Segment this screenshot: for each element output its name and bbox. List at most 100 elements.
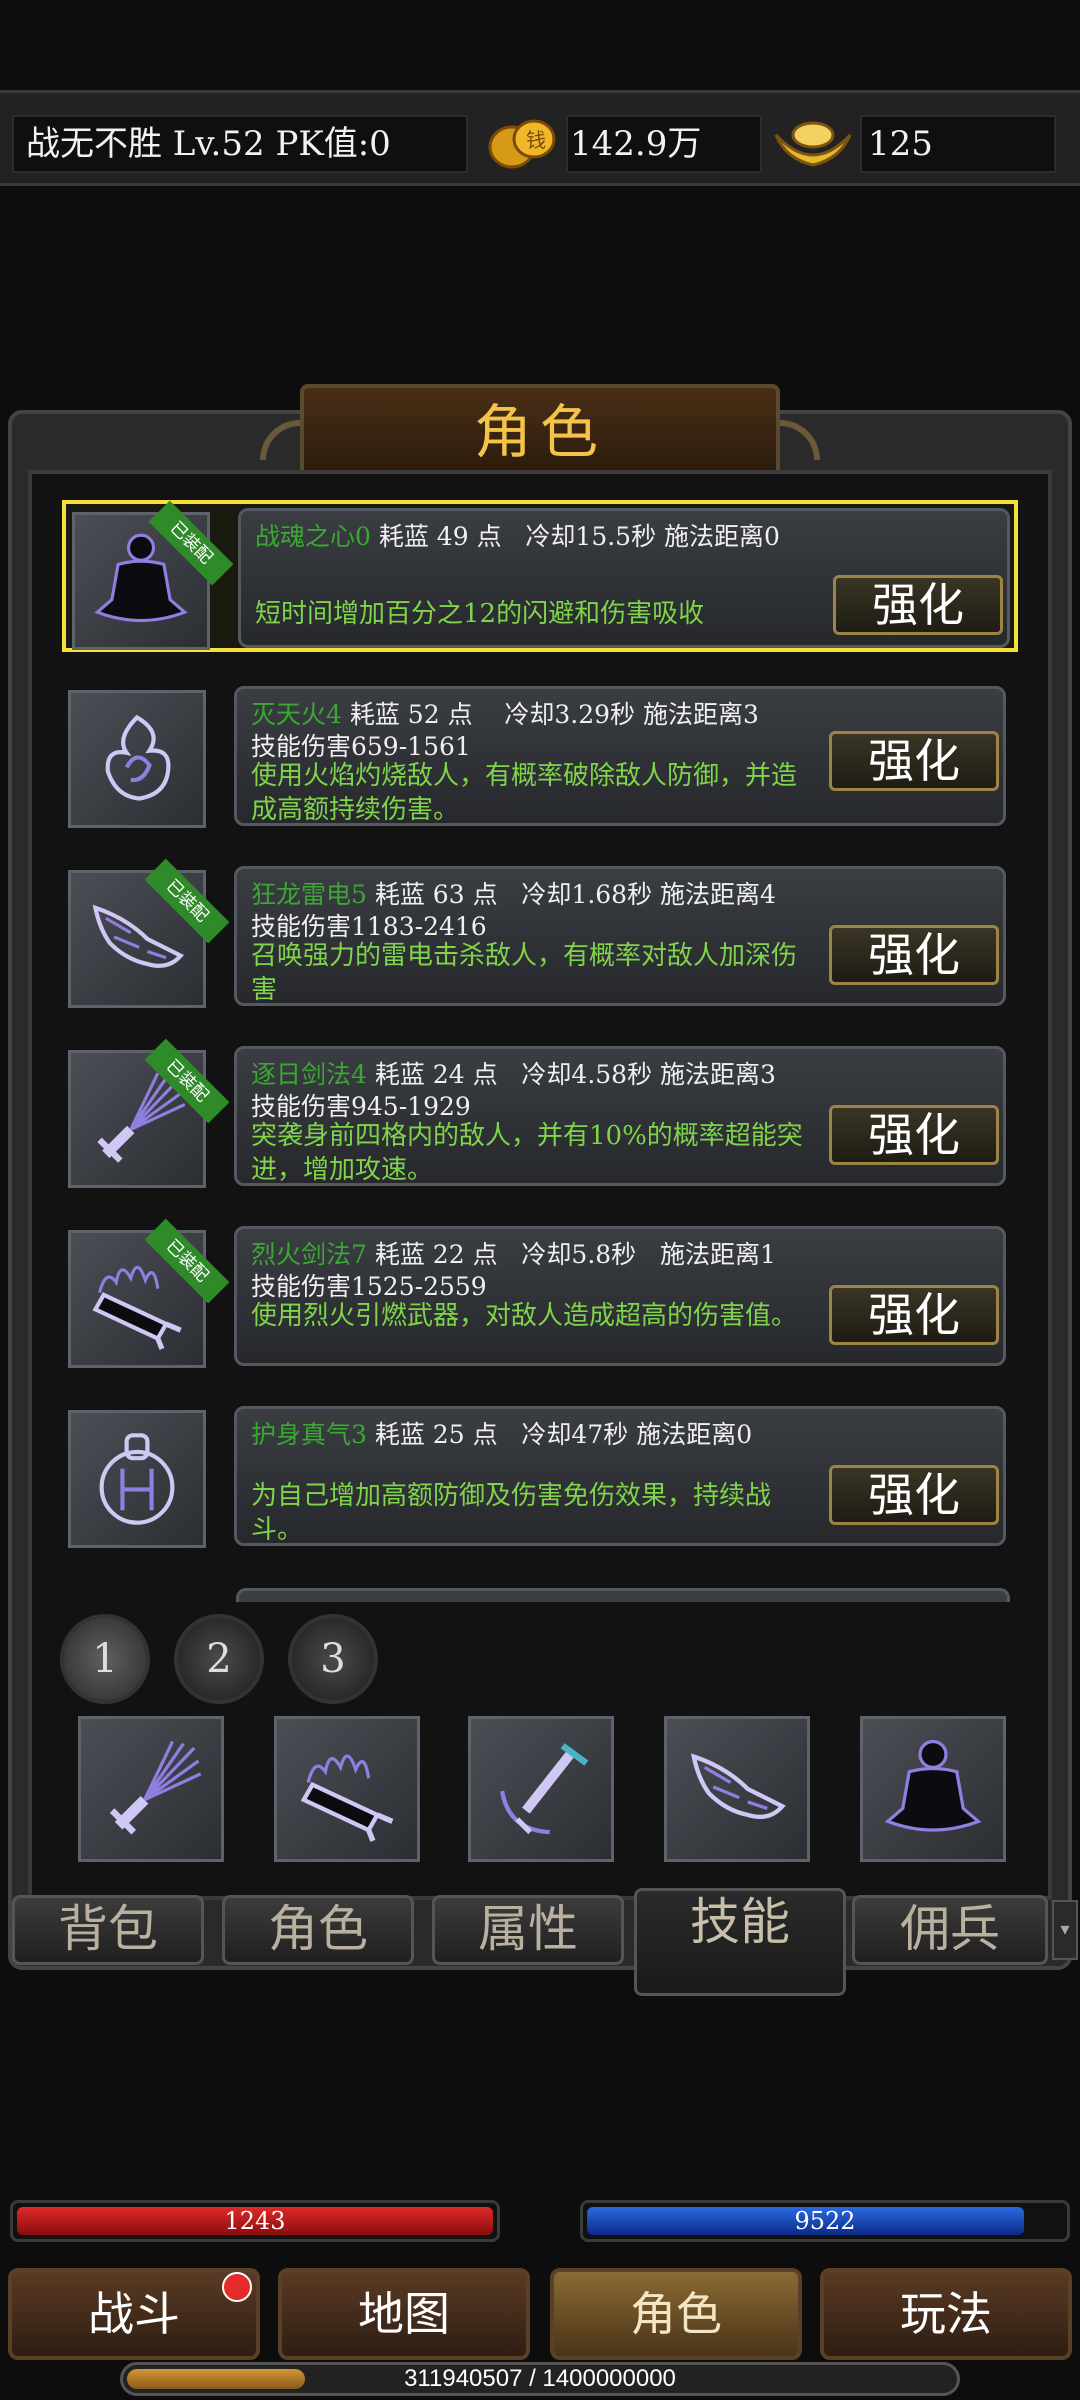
nav-map[interactable]: 地图 — [278, 2268, 530, 2360]
skill-cost: 耗蓝 52 点 — [349, 700, 473, 729]
player-info-box: 战无不胜 Lv.52 PK值:0 — [12, 115, 468, 173]
skill-cooldown: 冷却15.5秒 — [525, 522, 657, 551]
skill-range: 施法距离0 — [636, 1420, 753, 1449]
nav-gameplay[interactable]: 玩法 — [820, 2268, 1072, 2360]
skill-name: 狂龙雷电5 — [251, 880, 367, 909]
skill-name: 逐日剑法4 — [251, 1060, 367, 1089]
skill-cost: 耗蓝 63 点 — [374, 880, 498, 909]
anchor-sword-icon — [499, 1743, 589, 1835]
enhance-button[interactable]: 强化 — [829, 1285, 999, 1345]
skill-row[interactable]: 已装配 狂龙雷电5 耗蓝 63 点 冷却1.68秒 施法距离4 技能伤害1183… — [62, 858, 1018, 1014]
skill-slot-4[interactable] — [664, 1716, 810, 1862]
skill-info-panel: 逐日剑法4 耗蓝 24 点 冷却4.58秒 施法距离3 技能伤害945-1929… — [234, 1046, 1006, 1186]
skill-header: 战魂之心0 耗蓝 49 点 冷却15.5秒 施法距离0 — [255, 517, 780, 553]
page-button-3[interactable]: 3 — [288, 1614, 378, 1704]
meditate-icon — [884, 1739, 982, 1832]
skill-info-panel: 灭天火4 耗蓝 52 点 冷却3.29秒 施法距离3 技能伤害659-1561 … — [234, 686, 1006, 826]
hp-value: 1243 — [224, 2207, 286, 2235]
skill-damage: 技能伤害945-1929 — [251, 1092, 471, 1121]
scroll-right-arrow[interactable]: ▾ — [1052, 1900, 1078, 1960]
skill-range: 施法距离3 — [660, 1060, 776, 1089]
skill-description: 突袭身前四格内的敌人，并有10%的概率超能突进，增加攻速。 — [251, 1121, 803, 1185]
skill-range: 施法距离4 — [660, 880, 776, 909]
hp-bar: 1243 — [10, 2200, 500, 2242]
skill-cooldown: 冷却3.29秒 — [504, 700, 636, 729]
panel-title: 角色 — [473, 398, 606, 466]
skill-info-panel: 烈火剑法7 耗蓝 22 点 冷却5.8秒 施法距离1 技能伤害1525-2559… — [234, 1226, 1006, 1366]
skill-range: 施法距离0 — [664, 522, 780, 551]
skill-row[interactable]: 已装配 逐日剑法4 耗蓝 24 点 冷却4.58秒 施法距离3 技能伤害945-… — [62, 1038, 1018, 1194]
skill-cooldown: 冷却4.58秒 — [521, 1060, 653, 1089]
skill-header: 狂龙雷电5 耗蓝 63 点 冷却1.68秒 施法距离4 — [251, 875, 776, 911]
skill-info-panel: 战魂之心0 耗蓝 49 点 冷却15.5秒 施法距离0 短时间增加百分之12的闪… — [238, 508, 1010, 648]
skill-cost: 耗蓝 22 点 — [374, 1240, 498, 1269]
enhance-button[interactable]: 强化 — [829, 925, 999, 985]
skill-header: 烈火剑法7 耗蓝 22 点 冷却5.8秒 施法距离1 — [251, 1235, 776, 1271]
enhance-button[interactable]: 强化 — [829, 1105, 999, 1165]
enhance-button[interactable]: 强化 — [833, 575, 1003, 635]
page-button-1[interactable]: 1 — [60, 1614, 150, 1704]
skill-header: 逐日剑法4 耗蓝 24 点 冷却4.58秒 施法距离3 — [251, 1055, 776, 1091]
skill-info-panel: 狂龙雷电5 耗蓝 63 点 冷却1.68秒 施法距离4 技能伤害1183-241… — [234, 866, 1006, 1006]
skill-name: 灭天火4 — [251, 700, 342, 729]
skill-cooldown: 冷却1.68秒 — [521, 880, 653, 909]
skill-description: 召唤强力的雷电击杀敌人，有概率对敌人加深伤害 — [251, 941, 798, 1005]
skill-range: 施法距离3 — [643, 700, 759, 729]
shield-aura-icon — [68, 1410, 206, 1548]
skill-row[interactable]: 已装配 战魂之心0 耗蓝 49 点 冷却15.5秒 施法距离0 短时间增加百分之… — [62, 500, 1018, 652]
gold-coin-icon: 钱 — [482, 111, 562, 173]
skill-cooldown: 冷却5.8秒 — [521, 1240, 637, 1269]
enhance-button[interactable]: 强化 — [829, 1465, 999, 1525]
ingot-amount: 125 — [868, 124, 933, 164]
skill-damage: 技能伤害1525-2559 — [251, 1272, 487, 1301]
fire-rose-icon — [68, 690, 206, 828]
skill-name: 烈火剑法7 — [251, 1240, 367, 1269]
skill-damage: 技能伤害659-1561 — [251, 732, 471, 761]
top-status-bar: 战无不胜 Lv.52 PK值:0 钱 142.9万 125 — [0, 90, 1080, 186]
skill-row[interactable]: 灭天火4 耗蓝 52 点 冷却3.29秒 施法距离3 技能伤害659-1561 … — [62, 682, 1018, 834]
page-button-2[interactable]: 2 — [174, 1614, 264, 1704]
skill-slot-2[interactable] — [274, 1716, 420, 1862]
skill-description: 短时间增加百分之12的闪避和伤害吸收 — [255, 599, 705, 629]
notification-dot — [222, 2272, 252, 2302]
flame-sword-icon — [300, 1754, 394, 1842]
tab-mercenary[interactable]: 佣兵 — [852, 1895, 1048, 1965]
skill-slot-1[interactable] — [78, 1716, 224, 1862]
svg-text:钱: 钱 — [526, 128, 546, 152]
skill-row[interactable]: 已装配 烈火剑法7 耗蓝 22 点 冷却5.8秒 施法距离1 技能伤害1525-… — [62, 1218, 1018, 1374]
xp-bar: 311940507 / 1400000000 — [120, 2362, 960, 2396]
skill-cooldown: 冷却47秒 — [521, 1420, 629, 1449]
nav-character[interactable]: 角色 — [550, 2268, 802, 2360]
skill-description: 使用火焰灼烧敌人，有概率破除敌人防御，并造成高额持续伤害。 — [251, 761, 798, 825]
tab-skills[interactable]: 技能 — [634, 1888, 846, 1996]
skill-slot-5[interactable] — [860, 1716, 1006, 1862]
skill-cost: 耗蓝 24 点 — [374, 1060, 498, 1089]
tab-bag[interactable]: 背包 — [12, 1895, 204, 1965]
skill-cost: 耗蓝 25 点 — [374, 1420, 498, 1449]
skill-cost: 耗蓝 49 点 — [378, 522, 502, 551]
ingot-box: 125 — [860, 115, 1056, 173]
ingot-icon — [770, 113, 856, 173]
tab-attributes[interactable]: 属性 — [432, 1895, 624, 1965]
dragon-icon — [690, 1753, 786, 1819]
skill-range: 施法距离1 — [660, 1240, 776, 1269]
skill-damage: 技能伤害1183-2416 — [251, 912, 487, 941]
skill-slot-3[interactable] — [468, 1716, 614, 1862]
enhance-button[interactable]: 强化 — [829, 731, 999, 791]
skill-row[interactable]: 护身真气3 耗蓝 25 点 冷却47秒 施法距离0 为自己增加高额防御及伤害免伤… — [62, 1402, 1018, 1554]
gold-amount: 142.9万 — [570, 124, 702, 164]
skill-info-panel: 护身真气3 耗蓝 25 点 冷却47秒 施法距离0 为自己增加高额防御及伤害免伤… — [234, 1406, 1006, 1546]
xp-value: 311940507 / 1400000000 — [404, 2365, 676, 2392]
skill-header: 护身真气3 耗蓝 25 点 冷却47秒 施法距离0 — [251, 1415, 752, 1451]
tab-character[interactable]: 角色 — [222, 1895, 414, 1965]
skill-header: 灭天火4 耗蓝 52 点 冷却3.29秒 施法距离3 — [251, 695, 759, 731]
skill-name: 护身真气3 — [251, 1420, 367, 1449]
sword-rain-icon — [109, 1740, 202, 1835]
mp-value: 9522 — [794, 2207, 856, 2235]
next-skill-row-peek — [236, 1588, 1010, 1602]
skill-name: 战魂之心0 — [255, 522, 371, 551]
player-info: 战无不胜 Lv.52 PK值:0 — [26, 124, 391, 164]
gold-box: 142.9万 — [566, 115, 762, 173]
skill-description: 为自己增加高额防御及伤害免伤效果，持续战斗。 — [251, 1481, 772, 1545]
skill-description: 使用烈火引燃武器，对敌人造成超高的伤害值。 — [251, 1301, 798, 1331]
